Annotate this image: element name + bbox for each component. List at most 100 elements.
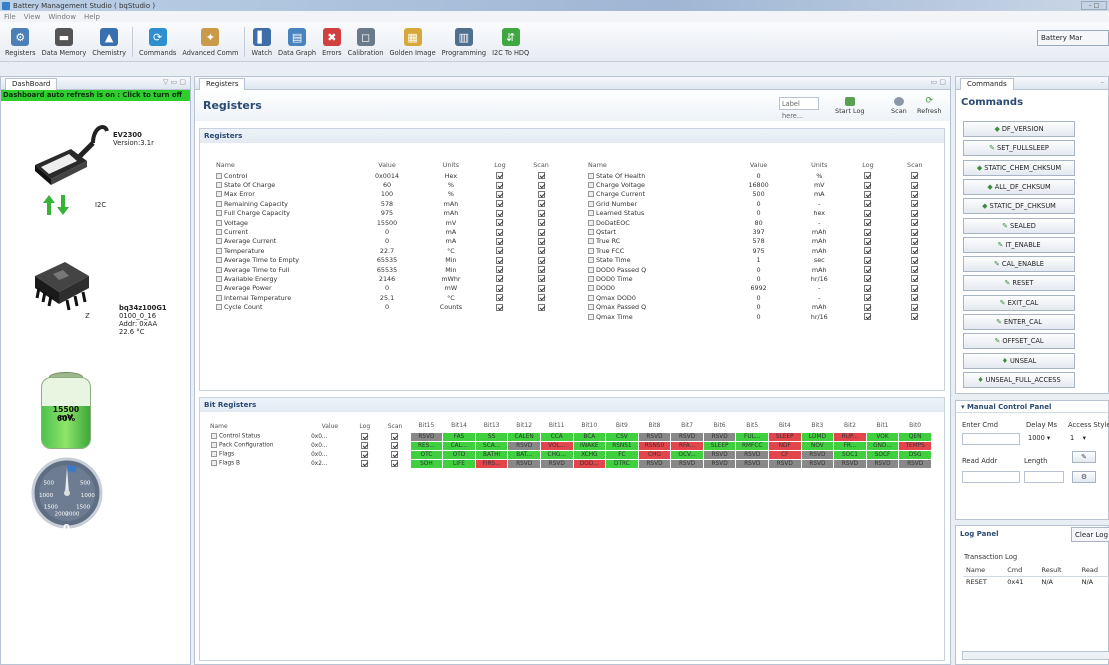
bit-cell[interactable]: RSVD — [865, 458, 900, 469]
column-header[interactable]: Cmd — [1004, 564, 1039, 577]
scan-checkbox[interactable] — [537, 303, 545, 311]
table-row[interactable]: State Time 1 sec — [586, 256, 941, 265]
bit-cell[interactable]: CALEN — [507, 431, 541, 442]
menu-item-help[interactable]: Help — [84, 13, 100, 21]
column-header[interactable]: Bit12 — [508, 420, 541, 432]
command-button-set-fullsleep[interactable]: ✎ SET_FULLSLEEP — [963, 140, 1075, 157]
bit-cell[interactable]: DOD... — [572, 458, 607, 469]
log-checkbox[interactable] — [496, 303, 504, 311]
table-row[interactable]: Flags 0x0... OTC OTD BATHI BAT... CHG... XCHG FC… — [210, 449, 932, 460]
log-checkbox[interactable] — [496, 228, 504, 236]
log-checkbox[interactable] — [496, 190, 504, 198]
column-header[interactable]: Scan — [889, 159, 941, 171]
bit-cell[interactable]: SS — [474, 431, 509, 442]
log-checkbox[interactable] — [496, 181, 504, 189]
toolbar-registers-button[interactable]: ⚙ Registers — [2, 21, 39, 61]
table-row[interactable]: Average Time to Empty 65535 Min — [214, 256, 564, 265]
log-checkbox[interactable] — [864, 200, 872, 208]
bit-cell[interactable]: RSVD — [409, 431, 444, 442]
bit-cell[interactable]: RSVD — [800, 449, 835, 460]
table-row[interactable]: Average Current 0 mA — [214, 237, 564, 246]
table-row[interactable]: Average Time to Full 65535 Min — [214, 265, 564, 274]
scan-checkbox[interactable] — [911, 284, 919, 292]
tab-registers[interactable]: Registers — [199, 77, 246, 90]
log-checkbox[interactable] — [864, 181, 872, 189]
bit-cell[interactable]: SOC1 — [833, 449, 867, 460]
log-checkbox[interactable] — [496, 219, 504, 227]
bit-cell[interactable]: FR... — [833, 440, 867, 451]
bit-cell[interactable]: GND... — [865, 440, 900, 451]
table-row[interactable]: Max Error 100% — [214, 190, 564, 199]
column-header[interactable]: Value — [726, 159, 791, 171]
bit-cell[interactable]: RSVD — [507, 458, 541, 469]
bit-cell[interactable]: CCA — [539, 431, 574, 442]
log-checkbox[interactable] — [864, 172, 872, 180]
table-row[interactable]: DoDatEOC 80 - — [586, 218, 941, 227]
bit-cell[interactable]: SOH — [409, 458, 444, 469]
column-header[interactable]: Scan — [518, 159, 564, 171]
scan-checkbox[interactable] — [911, 294, 919, 302]
scan-checkbox[interactable] — [537, 284, 545, 292]
bit-cell[interactable]: BCA — [572, 431, 607, 442]
toolbar-errors-button[interactable]: ✖ Errors — [319, 21, 345, 61]
scan-checkbox[interactable] — [911, 275, 919, 283]
column-header[interactable]: Value — [310, 420, 350, 432]
column-header[interactable]: Bit11 — [540, 420, 573, 432]
toolbar-commands-button[interactable]: ⟳ Commands — [136, 21, 179, 61]
toolbar-watch-button[interactable]: ▌ Watch — [248, 21, 275, 61]
bit-cell[interactable]: CSV — [605, 431, 639, 442]
perspective-button[interactable]: Battery Mar — [1037, 30, 1109, 46]
column-header[interactable]: Bit8 — [638, 420, 671, 432]
log-checkbox[interactable] — [864, 237, 872, 245]
scan-checkbox[interactable] — [391, 433, 399, 440]
log-checkbox[interactable] — [864, 294, 872, 302]
toolbar-programming-button[interactable]: ▥ Programming — [439, 21, 489, 61]
log-checkbox[interactable] — [496, 275, 504, 283]
table-row[interactable]: RESET 0x41 N/A N/A — [963, 576, 1109, 588]
log-checkbox[interactable] — [496, 237, 504, 245]
bit-cell[interactable]: RSVD — [670, 458, 704, 469]
table-row[interactable]: Pack Configuration 0x0... RES... CAL... SCA.… — [210, 440, 932, 451]
bit-cell[interactable]: FAS — [442, 431, 476, 442]
bit-cell[interactable]: LIFE — [442, 458, 476, 469]
bit-cell[interactable]: IWAKE — [572, 440, 607, 451]
bit-cell[interactable]: FIRS... — [474, 458, 509, 469]
bit-cell[interactable]: RSVD — [670, 431, 704, 442]
table-row[interactable]: True FCC 975 mAh — [586, 246, 941, 255]
scan-checkbox[interactable] — [391, 460, 399, 467]
command-button-reset[interactable]: ✎ RESET — [963, 275, 1075, 292]
column-header[interactable]: Value — [354, 159, 420, 171]
column-header[interactable]: Bit3 — [801, 420, 834, 432]
column-header[interactable]: Bit4 — [769, 420, 802, 432]
bit-cell[interactable]: RES... — [409, 440, 444, 451]
bit-cell[interactable]: SLEEP — [768, 431, 802, 442]
table-row[interactable]: Qmax DOD0 0 - — [586, 293, 941, 302]
column-header[interactable]: Bit5 — [736, 420, 769, 432]
column-header[interactable]: Scan — [380, 420, 410, 432]
bit-cell[interactable]: OCV... — [670, 449, 704, 460]
read-button[interactable]: ⚙ — [1072, 471, 1096, 483]
command-button-unseal-full-access[interactable]: ♦ UNSEAL_FULL_ACCESS — [963, 371, 1075, 388]
column-header[interactable]: Result — [1038, 564, 1079, 577]
scan-checkbox[interactable] — [911, 313, 919, 321]
scan-checkbox[interactable] — [911, 256, 919, 264]
scan-checkbox[interactable] — [537, 200, 545, 208]
scan-checkbox[interactable] — [911, 303, 919, 311]
table-row[interactable]: Learned Status 0 hex — [586, 209, 941, 218]
bit-cell[interactable]: RSVD — [833, 458, 867, 469]
panel-window-controls[interactable]: ▽ ▭ ▢ — [163, 78, 186, 86]
column-header[interactable]: Bit2 — [834, 420, 867, 432]
log-checkbox[interactable] — [361, 433, 369, 440]
toolbar-golden-image-button[interactable]: ▦ Golden Image — [386, 21, 438, 61]
bit-cell[interactable]: RMFCC — [735, 440, 769, 451]
command-button-cal-enable[interactable]: ✎ CAL_ENABLE — [963, 256, 1075, 273]
table-row[interactable]: Current 0 mA — [214, 227, 564, 236]
table-row[interactable]: Remaining Capacity 578 mAh — [214, 199, 564, 208]
column-header[interactable]: Bit10 — [573, 420, 606, 432]
table-row[interactable]: Control 0x0014 Hex — [214, 171, 564, 180]
column-header[interactable]: Name — [963, 564, 1005, 577]
command-button-df-version[interactable]: ◆ DF_VERSION — [963, 121, 1075, 137]
toolbar-chemistry-button[interactable]: ▲ Chemistry — [89, 21, 129, 61]
tab-commands[interactable]: Commands — [960, 77, 1014, 90]
log-checkbox[interactable] — [496, 200, 504, 208]
